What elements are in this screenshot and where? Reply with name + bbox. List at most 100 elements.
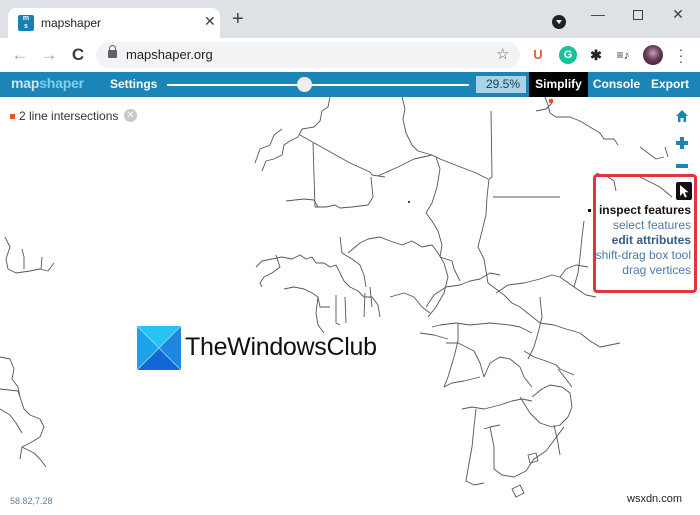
border-line [401, 97, 433, 156]
border-line [315, 296, 325, 334]
border-line [344, 296, 347, 324]
border-line [255, 254, 341, 274]
border-line [0, 388, 21, 398]
border-line [495, 274, 575, 294]
ublock-extension-icon[interactable]: U [529, 46, 547, 64]
address-bar[interactable]: mapshaper.org ☆ [96, 42, 520, 68]
grammarly-extension-icon[interactable]: G [559, 46, 577, 64]
browser-window: ms mapshaper ✕ + — ✕ ← → C mapshaper.org… [0, 0, 700, 515]
border-line [477, 178, 490, 284]
cursor-arrow-icon [680, 185, 689, 198]
profile-avatar[interactable] [643, 45, 663, 65]
tool-select-features[interactable]: select features [596, 218, 691, 233]
console-button[interactable]: Console [590, 72, 643, 97]
border-line [559, 264, 589, 278]
zoom-in-button[interactable] [675, 136, 689, 150]
border-line [511, 484, 525, 498]
border-line [483, 424, 501, 430]
site-watermark: wsxdn.com [627, 493, 683, 505]
pointer-tool-button[interactable] [676, 182, 692, 200]
tool-inspect-features[interactable]: inspect features [587, 203, 691, 218]
mapshaper-header: mapshaper Settings 29.5% Simplify Consol… [0, 72, 700, 97]
bookmark-star-icon[interactable]: ☆ [496, 45, 509, 63]
watermark-text: TheWindowsClub [185, 333, 377, 361]
tab-title: mapshaper [41, 16, 102, 30]
close-intersections-button[interactable]: ✕ [124, 109, 137, 122]
interaction-tools-panel: inspect features select features edit at… [587, 174, 697, 293]
tab-search-icon[interactable] [552, 15, 566, 29]
minus-icon [676, 164, 688, 168]
map-lines [0, 97, 673, 498]
simplify-slider-track[interactable] [167, 84, 469, 86]
border-line [299, 134, 386, 178]
media-control-icon[interactable]: ≡♪ [614, 46, 632, 64]
border-line [489, 426, 565, 478]
centroid-point [408, 201, 410, 203]
intersection-marker [549, 99, 553, 103]
reload-button[interactable]: C [67, 44, 89, 66]
simplify-percent-input[interactable]: 29.5% [476, 76, 526, 93]
border-line [377, 154, 489, 180]
border-line [4, 236, 55, 274]
border-line [427, 252, 449, 318]
border-line [443, 323, 459, 388]
tab-close-icon[interactable]: ✕ [204, 13, 216, 30]
border-line [40, 256, 43, 270]
export-button[interactable]: Export [646, 72, 694, 97]
browser-menu-icon[interactable]: · · · [676, 42, 686, 68]
extensions-puzzle-icon[interactable]: ✱ [587, 46, 605, 64]
border-line [527, 296, 543, 360]
border-line [664, 146, 669, 158]
border-line [553, 424, 561, 456]
border-line [431, 322, 533, 334]
settings-button[interactable]: Settings [110, 77, 157, 91]
plus-icon [676, 137, 688, 149]
border-line [425, 156, 443, 258]
border-line [335, 295, 341, 326]
forward-button[interactable]: → [38, 44, 60, 66]
border-line [573, 220, 585, 288]
map-canvas[interactable]: 2 line intersections ✕ inspect features … [0, 97, 700, 515]
border-line [0, 356, 45, 460]
simplify-button[interactable]: Simplify [529, 72, 588, 97]
intersection-marker-icon [10, 114, 15, 120]
back-button[interactable]: ← [9, 44, 31, 66]
intersections-label: 2 line intersections [19, 109, 119, 123]
close-window-button[interactable]: ✕ [663, 4, 693, 24]
border-line [339, 272, 381, 318]
thewindowsclub-logo-icon [137, 326, 181, 370]
new-tab-button[interactable]: + [232, 9, 244, 29]
tab-mapshaper[interactable]: ms mapshaper ✕ [8, 8, 220, 38]
browser-toolbar: ← → C mapshaper.org ☆ U G ✱ ≡♪ · · · [0, 38, 700, 72]
url-text[interactable]: mapshaper.org [126, 47, 213, 62]
border-line [21, 248, 25, 269]
border-line [419, 332, 449, 340]
tool-shift-drag-box[interactable]: shift-drag box tool [596, 248, 691, 263]
border-line [21, 446, 47, 468]
border-line [488, 110, 493, 180]
border-line [483, 356, 533, 388]
maximize-button[interactable] [623, 4, 653, 24]
border-line [389, 292, 431, 314]
border-line [446, 342, 485, 378]
simplify-slider-handle[interactable] [297, 77, 312, 92]
coordinates-readout: 58.82,7.28 [10, 496, 53, 506]
minimize-button[interactable]: — [583, 4, 613, 24]
home-icon [676, 110, 688, 122]
border-line [285, 176, 374, 209]
border-line [443, 376, 481, 388]
lock-icon[interactable] [108, 45, 117, 58]
border-line [544, 97, 619, 146]
border-line [339, 236, 367, 288]
border-line [254, 128, 283, 164]
border-line [487, 282, 521, 308]
tool-edit-attributes[interactable]: edit attributes [596, 233, 691, 248]
home-zoom-button[interactable] [675, 109, 689, 123]
border-line [579, 332, 621, 348]
border-line [523, 350, 575, 376]
tool-drag-vertices[interactable]: drag vertices [596, 263, 691, 278]
border-line [519, 306, 581, 334]
zoom-out-button[interactable] [675, 159, 689, 173]
border-line [283, 286, 330, 308]
border-line [312, 142, 318, 208]
